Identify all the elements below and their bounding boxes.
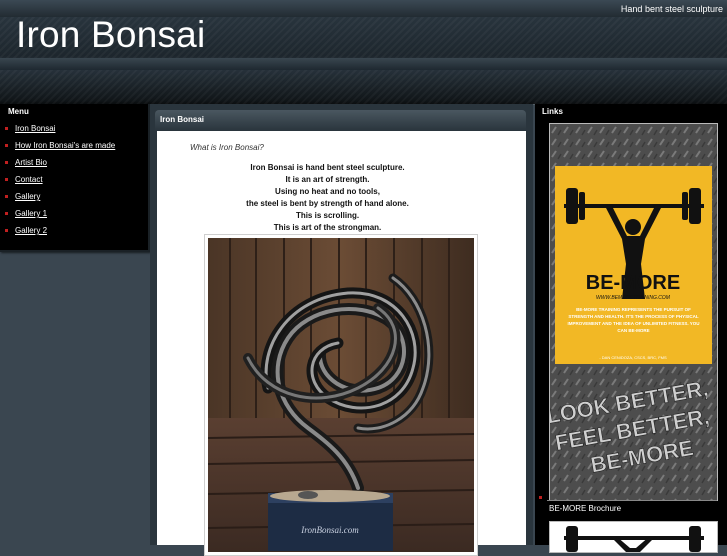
menu-link-gallery-2[interactable]: Gallery 2 <box>15 222 47 239</box>
ad-attribution: - DAN CENIDOZA, CSCS, BRC, FMS <box>599 355 667 360</box>
content-body: What is Iron Bonsai? Iron Bonsai is hand… <box>157 131 526 556</box>
menu-item-artist-bio: Artist Bio <box>0 154 148 171</box>
photo-watermark: IronBonsai.com <box>300 525 359 535</box>
menu-link-how-made[interactable]: How Iron Bonsai's are made <box>15 137 115 154</box>
menu-item-iron-bonsai: Iron Bonsai <box>0 120 148 137</box>
menu-link-artist-bio[interactable]: Artist Bio <box>15 154 47 171</box>
ad-url: WWW.BEMORETRAINING.COM <box>596 295 671 301</box>
bemore-ad-image: BE-MORE WWW.BEMORETRAINING.COM BE-MORE T… <box>544 124 717 500</box>
content-heading: Iron Bonsai <box>160 115 205 124</box>
second-ad-banner[interactable] <box>549 521 718 553</box>
links-panel: Links BE-MORE WWW.BEMORETRAINING.COM BE-… <box>535 104 727 553</box>
bullet-icon <box>5 127 8 130</box>
second-ad-image <box>550 522 717 552</box>
links-title: Links <box>542 107 563 116</box>
statement-line: Iron Bonsai is hand bent steel sculpture… <box>250 163 405 172</box>
menu-item-gallery-2: Gallery 2 <box>0 222 148 239</box>
sculpture-photo-image: IronBonsai.com <box>208 238 474 552</box>
sculpture-photo-frame: IronBonsai.com <box>204 234 478 556</box>
artist-statement: Iron Bonsai is hand bent steel sculpture… <box>157 162 498 234</box>
ad-body: BE-MORE TRAINING REPRESENTS THE PURSUIT … <box>567 307 700 333</box>
statement-line: Using no heat and no tools, <box>275 187 380 196</box>
statement-line: It is an art of strength. <box>285 175 370 184</box>
bullet-icon <box>5 144 8 147</box>
menu-list: Iron Bonsai How Iron Bonsai's are made A… <box>0 120 148 239</box>
ad-caption[interactable]: BE-MORE Brochure <box>549 504 621 513</box>
content-header: Iron Bonsai <box>155 110 526 130</box>
bullet-icon <box>5 161 8 164</box>
menu-item-contact: Contact <box>0 171 148 188</box>
menu-title: Menu <box>8 107 29 116</box>
bullet-icon <box>5 212 8 215</box>
menu-link-gallery[interactable]: Gallery <box>15 188 40 205</box>
ad-brand: BE-MORE <box>586 272 680 294</box>
menu-item-gallery: Gallery <box>0 188 148 205</box>
menu-item-how-made: How Iron Bonsai's are made <box>0 137 148 154</box>
intro-question: What is Iron Bonsai? <box>190 143 264 152</box>
statement-line: This is scrolling. <box>295 211 360 220</box>
menu-item-gallery-1: Gallery 1 <box>0 205 148 222</box>
statement-line: This is art of the strongman. <box>273 223 382 232</box>
links-divider <box>547 500 717 501</box>
menu-link-gallery-1[interactable]: Gallery 1 <box>15 205 47 222</box>
bemore-ad-banner[interactable]: BE-MORE WWW.BEMORETRAINING.COM BE-MORE T… <box>544 123 718 501</box>
site-title[interactable]: Iron Bonsai <box>16 14 205 56</box>
header-band <box>0 58 727 70</box>
menu-link-contact[interactable]: Contact <box>15 171 43 188</box>
bullet-icon <box>5 195 8 198</box>
bullet-icon <box>5 178 8 181</box>
menu-panel: Menu Iron Bonsai How Iron Bonsai's are m… <box>0 104 150 252</box>
menu-link-iron-bonsai[interactable]: Iron Bonsai <box>15 120 55 137</box>
bullet-icon <box>539 496 542 499</box>
bullet-icon <box>5 229 8 232</box>
sculpture-photo[interactable]: IronBonsai.com <box>208 238 474 552</box>
statement-line: the steel is bent by strength of hand al… <box>246 199 409 208</box>
site-header: Iron Bonsai Hand bent steel sculpture <box>0 0 727 105</box>
site-tagline: Hand bent steel sculpture <box>620 4 723 14</box>
